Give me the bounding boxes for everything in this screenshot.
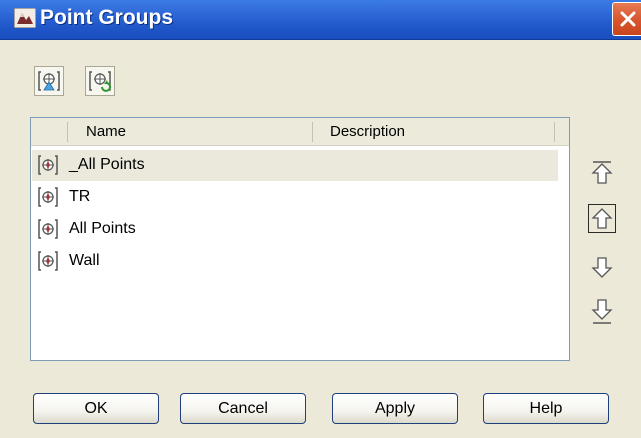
title-bar: Point Groups: [0, 0, 641, 40]
point-group-update-icon: [89, 71, 111, 92]
move-to-bottom-icon: [591, 298, 613, 324]
point-group-properties-button[interactable]: [34, 66, 64, 96]
point-group-name: _All Points: [69, 156, 145, 173]
window-title: Point Groups: [40, 6, 173, 29]
list-item[interactable]: Wall: [32, 246, 568, 277]
point-group-icon: [38, 187, 58, 207]
point-group-name: TR: [69, 188, 91, 205]
column-separator[interactable]: [312, 122, 313, 142]
move-down-button[interactable]: [588, 252, 616, 281]
column-separator[interactable]: [67, 122, 68, 142]
move-to-bottom-button[interactable]: [588, 297, 616, 326]
point-group-icon: [38, 219, 58, 239]
move-up-icon: [591, 207, 613, 229]
point-group-icon: [38, 251, 58, 271]
point-group-name: Wall: [69, 252, 100, 269]
point-groups-list[interactable]: Name Description _All Points TR All Points…: [30, 117, 570, 361]
column-separator[interactable]: [554, 122, 555, 142]
close-icon: [620, 11, 635, 27]
help-button[interactable]: Help: [483, 393, 609, 424]
point-group-properties-icon: [38, 71, 60, 91]
column-header-description[interactable]: Description: [330, 123, 405, 140]
ok-button[interactable]: OK: [33, 393, 159, 424]
move-down-icon: [591, 256, 613, 278]
apply-button[interactable]: Apply: [332, 393, 458, 424]
point-group-name: All Points: [69, 220, 136, 237]
move-up-button[interactable]: [588, 204, 616, 233]
move-to-top-button[interactable]: [588, 158, 616, 187]
cancel-button[interactable]: Cancel: [180, 393, 306, 424]
point-group-update-button[interactable]: [85, 66, 115, 96]
list-header: Name Description: [31, 118, 569, 146]
point-group-icon: [38, 155, 58, 175]
move-to-top-icon: [591, 160, 613, 184]
list-item[interactable]: All Points: [32, 214, 568, 245]
list-item[interactable]: TR: [32, 182, 568, 213]
column-header-name[interactable]: Name: [86, 123, 126, 140]
list-item[interactable]: _All Points: [32, 150, 558, 181]
close-button[interactable]: [612, 2, 641, 36]
app-icon: [13, 7, 37, 29]
